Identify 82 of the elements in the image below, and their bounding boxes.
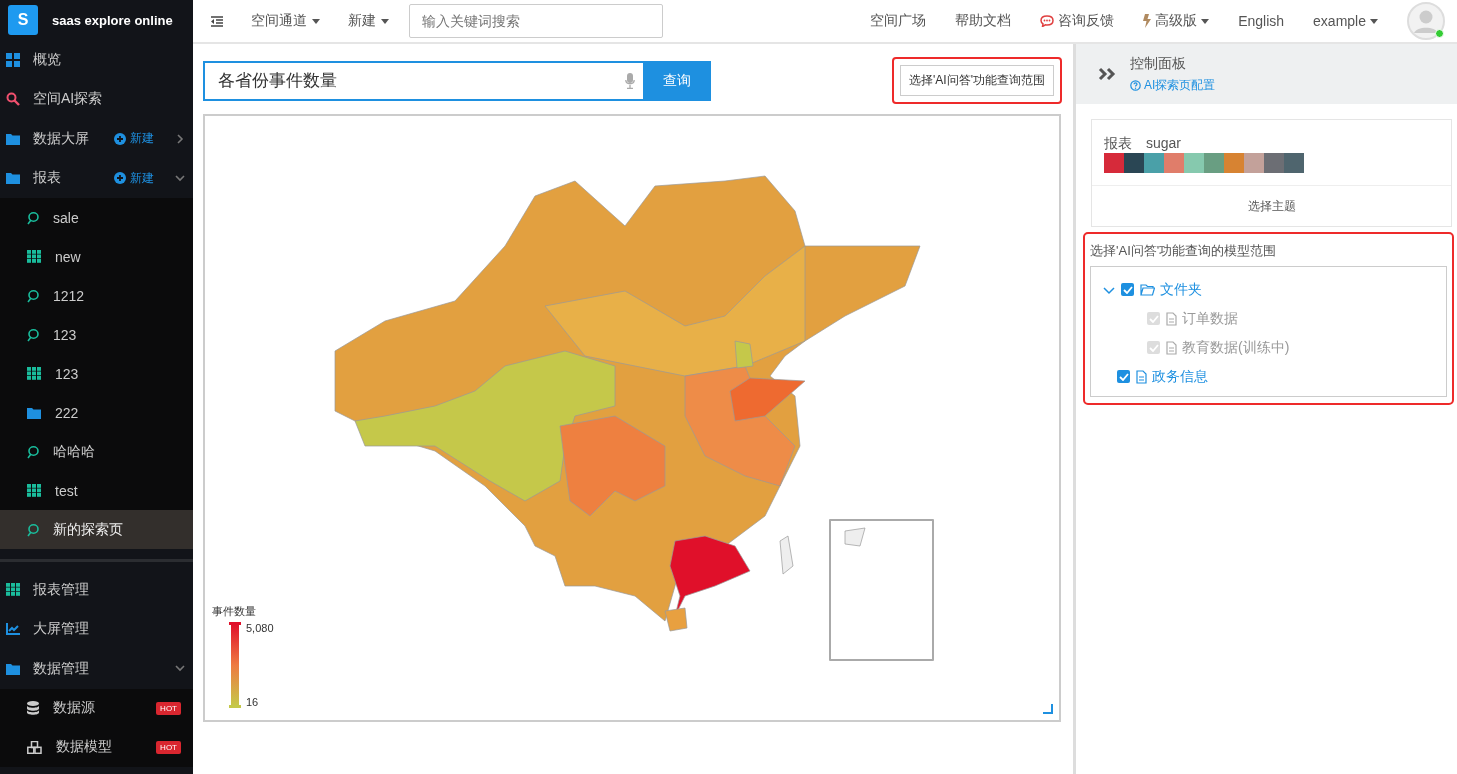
sidebar-subitem[interactable]: sale: [0, 198, 193, 237]
folder-icon: [27, 406, 41, 419]
cubes-icon: [27, 740, 42, 754]
sidebar-item[interactable]: 数据管理: [0, 649, 193, 689]
resize-handle-icon[interactable]: [1043, 704, 1053, 714]
sidebar-item[interactable]: 大屏管理: [0, 609, 193, 649]
folder-icon: [6, 132, 20, 145]
loop-icon: [27, 288, 39, 303]
new-link[interactable]: 新建: [114, 130, 154, 148]
theme-name: sugar: [1146, 135, 1182, 153]
windows-icon: [6, 52, 20, 67]
sidebar-subitem[interactable]: 222: [0, 393, 193, 432]
header-link[interactable]: 空间广场: [870, 12, 927, 30]
header-link[interactable]: 帮助文档: [955, 12, 1012, 30]
legend-title: 事件数量: [212, 604, 257, 619]
header-link[interactable]: 高级版: [1143, 12, 1210, 30]
sidebar-subitem[interactable]: 新的探索页: [0, 510, 193, 549]
folder-outline-icon: [1140, 283, 1155, 296]
document-icon: [1136, 369, 1147, 384]
sidebar-item[interactable]: 数据大屏 新建: [0, 119, 193, 159]
document-icon: [1166, 311, 1177, 326]
double-chevron-icon[interactable]: [1098, 67, 1118, 81]
loop-icon: [27, 210, 39, 225]
search-field[interactable]: 输入关键词搜索: [409, 4, 663, 38]
sidebar-subitem[interactable]: test: [0, 471, 193, 510]
plus-circle-icon: [114, 132, 126, 145]
help-icon: [1130, 79, 1141, 91]
sidebar-subitem[interactable]: 哈哈哈: [0, 432, 193, 471]
app-name: saas explore online: [52, 12, 173, 28]
scope-label: 选择'AI问答'功能查询的模型范围: [1090, 243, 1277, 258]
sidebar-subitem[interactable]: 1212: [0, 276, 193, 315]
chevron-down-icon[interactable]: [175, 174, 185, 182]
sidebar-item[interactable]: 概览: [0, 40, 193, 80]
loop-icon: [27, 444, 39, 459]
microphone-icon[interactable]: [625, 72, 635, 89]
tree-item[interactable]: 政务信息: [1136, 367, 1208, 386]
grid-icon: [27, 484, 41, 497]
sidebar-item[interactable]: 空间AI探索: [0, 79, 193, 119]
sidebar-subitem[interactable]: 数据模型 HOT: [0, 727, 193, 767]
chevron-right-icon[interactable]: [176, 133, 184, 144]
sidebar-subitem[interactable]: 123: [0, 315, 193, 354]
lightning-icon: [1143, 14, 1152, 28]
grid-icon: [6, 583, 20, 597]
new-link[interactable]: 新建: [114, 169, 154, 187]
line-chart-icon: [6, 623, 20, 636]
nav-menu[interactable]: 新建: [348, 12, 389, 30]
document-icon: [1166, 340, 1177, 355]
sidebar-subitem[interactable]: new: [0, 237, 193, 276]
chevron-down-icon[interactable]: [175, 665, 185, 673]
legend-max-label: 5,080: [246, 622, 274, 634]
nav-menu[interactable]: 空间通道: [251, 12, 320, 30]
loop-icon: [27, 522, 39, 537]
loop-icon: [27, 327, 39, 342]
sidebar-item[interactable]: 报表 新建: [0, 158, 193, 198]
theme-label: 报表: [1104, 135, 1132, 153]
chat-icon: [1040, 15, 1055, 27]
select-theme-button[interactable]: 选择主题: [1092, 185, 1451, 226]
header-link[interactable]: 咨询反馈: [1040, 12, 1115, 30]
header-link[interactable]: English: [1238, 13, 1285, 29]
tree-item[interactable]: 文件夹: [1140, 280, 1202, 299]
avatar-icon[interactable]: [1407, 2, 1445, 40]
grid-icon: [27, 367, 41, 380]
sidebar-subitem[interactable]: 数据源 HOT: [0, 688, 193, 728]
scope-button[interactable]: 选择'AI问答'功能查询范围: [900, 65, 1054, 96]
hot-badge: HOT: [156, 740, 181, 754]
panel-title: 控制面板: [1130, 54, 1187, 73]
menu-collapse-icon[interactable]: [211, 15, 223, 27]
folder-icon: [6, 662, 20, 675]
database-icon: [27, 701, 39, 715]
hot-badge: HOT: [156, 701, 181, 715]
sidebar-subitem[interactable]: 123: [0, 354, 193, 393]
search-icon: [6, 92, 20, 107]
grid-icon: [27, 250, 41, 263]
query-field[interactable]: 各省份事件数量 查询: [203, 60, 711, 101]
header-link[interactable]: example: [1313, 13, 1378, 29]
checkbox[interactable]: [1121, 283, 1134, 296]
plus-circle-icon: [114, 172, 126, 185]
checkbox[interactable]: [1117, 370, 1130, 383]
legend-min-label: 16: [246, 696, 260, 708]
sidebar-item[interactable]: 报表管理: [0, 570, 193, 610]
folder-icon: [6, 172, 20, 185]
chevron-down-icon[interactable]: [1103, 286, 1115, 295]
